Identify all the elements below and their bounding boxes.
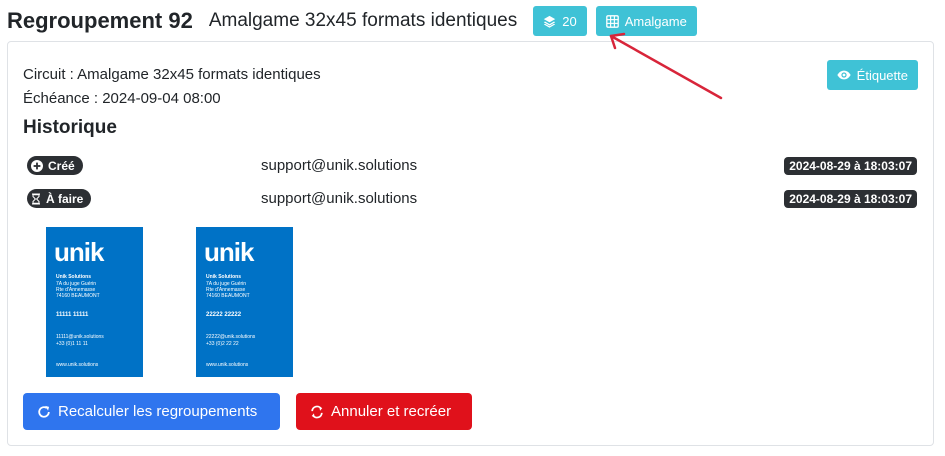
amalgame-button[interactable]: Amalgame [595,6,697,36]
status-badge: À faire [27,189,92,208]
card-address: 7A du juge Guérin Rte d'Annemasse 74160 … [56,281,100,299]
card-contact: 22222@unik.solutions +33 (0)2 22 22 [206,334,255,348]
refresh-icon [38,405,50,418]
layers-count-button[interactable]: 20 [533,6,587,36]
card-company: Unik Solutions [206,274,241,280]
business-card-preview[interactable]: unik Unik Solutions 7A du juge Guérin Rt… [46,227,143,377]
layers-count: 20 [562,13,577,29]
history-title: Historique [23,117,117,138]
eye-icon [837,70,851,80]
history-row: Créé support@unik.solutions 2024-08-29 à… [27,155,917,177]
card-email: 11111@unik.solutions [56,334,104,340]
card-info: Circuit : Amalgame 32x45 formats identiq… [23,63,321,111]
page-subtitle: Amalgame 32x45 formats identiques [208,10,518,31]
business-card-preview[interactable]: unik Unik Solutions 7A du juge Guérin Rt… [196,227,293,377]
card-email: 22222@unik.solutions [206,334,256,340]
card-logo: unik [204,237,254,267]
card-address-line: 74160 BEAUMONT [56,293,100,299]
card-number: 11111 11111 [56,312,89,318]
status-label: À faire [46,191,84,206]
sync-icon [311,405,323,418]
status-badge: Créé [27,156,83,175]
page-title: Regroupement 92 [7,8,193,33]
echeance-text: Échéance : 2024-09-04 08:00 [23,90,221,107]
card-address-line: 74160 BEAUMONT [206,293,250,299]
status-label: Créé [48,158,75,173]
regroupement-card: Circuit : Amalgame 32x45 formats identiq… [7,41,934,446]
circuit-text: Circuit : Amalgame 32x45 formats identiq… [23,66,321,83]
hourglass-icon [31,193,41,205]
card-address: 7A du juge Guérin Rte d'Annemasse 74160 … [206,281,250,299]
card-web: www.unik.solutions [56,362,99,368]
grid-icon [605,14,619,28]
amalgame-label: Amalgame [624,13,687,29]
card-contact: 11111@unik.solutions +33 (0)1 11 11 [56,334,104,348]
card-number: 22222 22222 [206,312,242,318]
card-phone: +33 (0)2 22 22 [206,341,239,347]
recalculate-label: Recalculer les regroupements [58,403,258,420]
card-company: Unik Solutions [56,274,91,280]
cancel-recreate-button[interactable]: Annuler et recréer [296,393,472,430]
etiquette-button[interactable]: Étiquette [826,60,918,90]
page-header: Regroupement 92 Amalgame 32x45 formats i… [7,6,706,36]
card-phone: +33 (0)1 11 11 [56,341,88,347]
timestamp-badge: 2024-08-29 à 18:03:07 [784,190,917,208]
card-web: www.unik.solutions [206,362,249,368]
timestamp-badge: 2024-08-29 à 18:03:07 [784,157,917,175]
cancel-recreate-label: Annuler et recréer [331,403,452,420]
layers-icon [544,15,556,28]
plus-circle-icon [31,159,43,172]
recalculate-button[interactable]: Recalculer les regroupements [23,393,280,430]
history-user: support@unik.solutions [261,190,418,207]
etiquette-label: Étiquette [856,67,908,83]
card-logo: unik [54,237,104,267]
history-user: support@unik.solutions [261,157,418,174]
history-row: À faire support@unik.solutions 2024-08-2… [27,188,917,210]
